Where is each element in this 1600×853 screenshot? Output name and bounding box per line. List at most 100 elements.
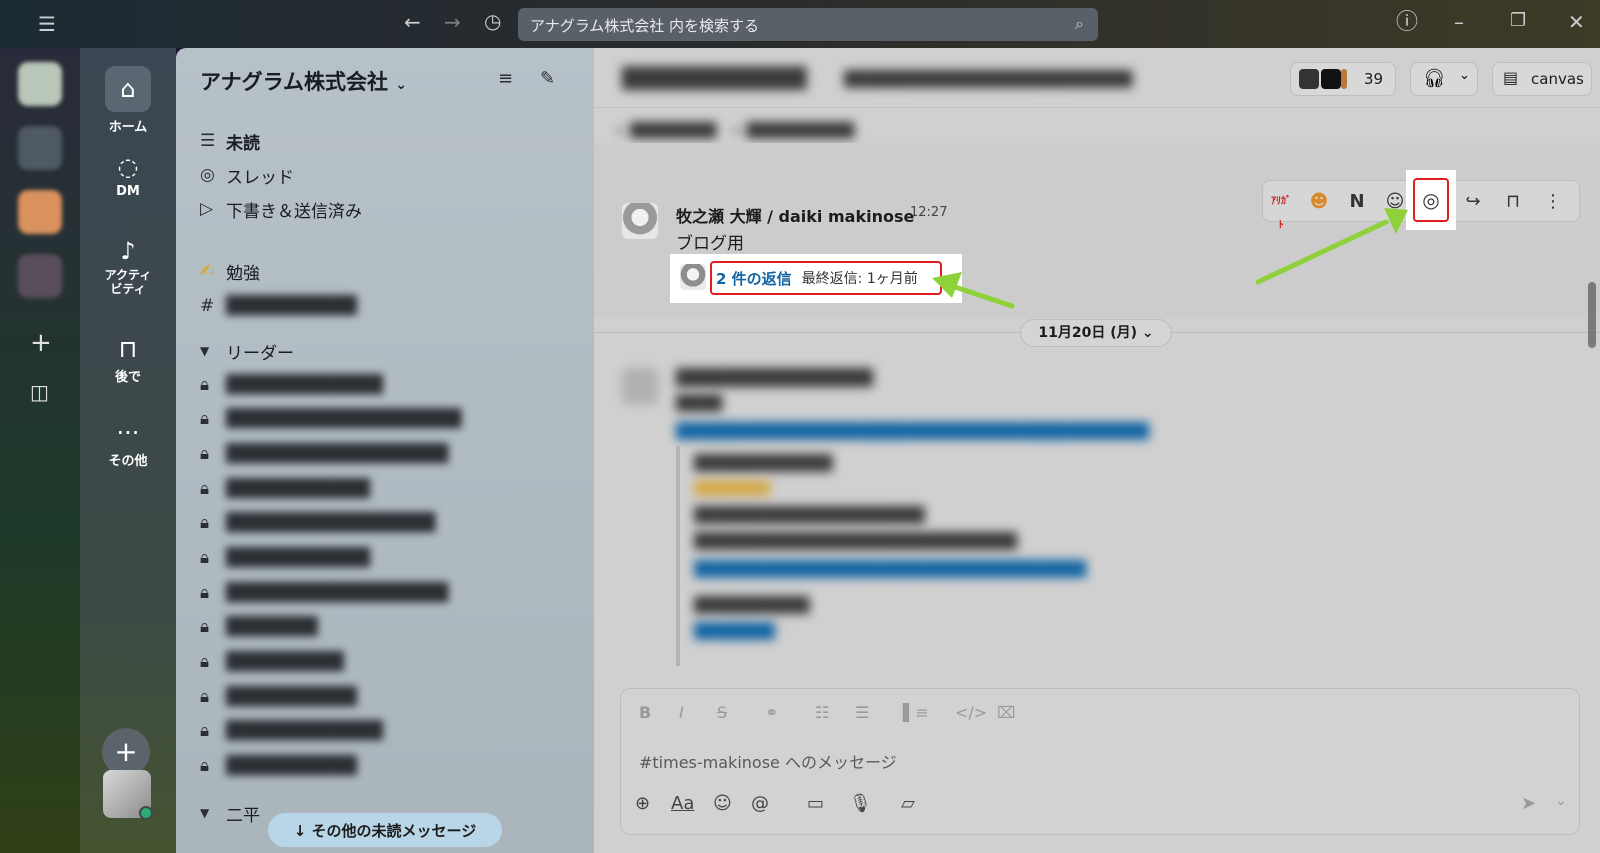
canvas-button[interactable]: ▤ canvas <box>1492 62 1592 96</box>
lock-icon: 🔒︎ <box>200 444 210 464</box>
sidebar-section-label: 二平 <box>226 805 260 826</box>
sidebar-item-private[interactable]: 🔒︎ ██████████ <box>200 682 357 712</box>
help-icon[interactable]: ⓘ <box>1396 12 1418 34</box>
strikethrough-icon[interactable]: S <box>717 703 727 722</box>
nav-activity[interactable]: ♪ アクティビティ <box>80 236 176 296</box>
more-unread-button[interactable]: ↓ その他の未読メッセージ <box>268 813 502 847</box>
attach-icon[interactable]: ⊕ <box>635 793 650 814</box>
reply-in-thread-button[interactable]: ◎ <box>1413 178 1449 222</box>
bookmark-icon[interactable]: ⊓ <box>1501 190 1525 214</box>
thread-replies-link[interactable]: 2 件の返信 最終返信: 1ヶ月前 <box>710 261 942 295</box>
member-list-button[interactable]: 39 <box>1290 62 1396 96</box>
sidebar-toggle-icon[interactable]: ◫ <box>30 382 49 402</box>
sidebar-item-private[interactable]: 🔒︎ █████████████████ <box>200 439 448 469</box>
ordered-list-icon[interactable]: ☷ <box>815 703 829 722</box>
format-text-icon[interactable]: Aa <box>671 793 694 814</box>
back-arrow-icon[interactable]: ← <box>404 12 421 32</box>
sidebar-section-other[interactable]: ▼ 二平 <box>200 798 260 828</box>
workspace-icon-4[interactable] <box>18 254 62 298</box>
history-icon[interactable]: ◷ <box>484 11 501 31</box>
chevron-down-icon[interactable]: ⌄ <box>1555 793 1567 809</box>
emoji-icon[interactable]: ☺ <box>713 793 732 814</box>
sidebar-item-private[interactable]: 🔒︎ ██████████████████ <box>200 404 461 434</box>
huddle-button[interactable]: 🎧︎ ⌄ <box>1410 62 1478 96</box>
sidebar-item-private[interactable]: 🔒︎ ██████████ <box>200 751 357 781</box>
message-time[interactable]: 12:27 <box>910 205 947 220</box>
sidebar-item-label: 未読 <box>226 133 260 154</box>
channel-sidebar: アナグラム株式会社 ⌄ ≡ ✎ ☰ 未読 ◎ スレッド ▷ 下書き＆送信済み ✍… <box>176 48 594 853</box>
video-icon[interactable]: ▭ <box>807 793 824 814</box>
nav-more-label: その他 <box>108 454 148 469</box>
bold-icon[interactable]: B <box>639 703 651 722</box>
compose-icon[interactable]: ✎ <box>540 68 555 89</box>
restore-icon[interactable]: ❐ <box>1510 12 1526 30</box>
close-icon[interactable]: ✕ <box>1568 12 1585 32</box>
hash-icon: # <box>200 296 215 316</box>
hamburger-menu-icon[interactable]: ☰ <box>38 14 56 34</box>
shortcuts-icon[interactable]: ▱ <box>901 793 915 814</box>
emoji-reaction-icon[interactable]: ☻ <box>1307 190 1331 214</box>
bullet-list-icon[interactable]: ☰ <box>855 703 869 722</box>
channel-title[interactable]: ████████████ <box>622 66 807 90</box>
add-workspace-icon[interactable]: + <box>30 330 52 356</box>
sidebar-item-private[interactable]: 🔒︎ ███████ <box>200 612 318 642</box>
sidebar-item-private[interactable]: 🔒︎ ███████████ <box>200 543 370 573</box>
sidebar-item-private[interactable]: 🔒︎ ████████████████ <box>200 508 435 538</box>
code-block-icon[interactable]: ⌧ <box>997 703 1015 722</box>
message-composer[interactable]: B I S ⚭ ☷ ☰ ▌≡ </> ⌧ #times-makinose へのメ… <box>620 688 1580 835</box>
code-icon[interactable]: </> <box>955 703 987 722</box>
scrollbar[interactable] <box>1588 282 1596 348</box>
search-input[interactable]: アナグラム株式会社 内を検索する ⌕ <box>518 8 1098 41</box>
nav-dm[interactable]: ◌ DM <box>80 152 176 199</box>
reply-count: 2 件の返信 <box>716 269 792 288</box>
chevron-down-icon[interactable]: ⌄ <box>1459 68 1470 83</box>
filter-icon[interactable]: ≡ <box>498 68 513 89</box>
minimize-icon[interactable]: – <box>1454 12 1464 32</box>
member-count: 39 <box>1363 70 1383 88</box>
sidebar-item-unread[interactable]: ☰ 未読 <box>200 126 260 156</box>
notion-icon[interactable]: N <box>1345 190 1369 214</box>
add-reaction-icon[interactable]: ☺ <box>1383 190 1407 214</box>
nav-later[interactable]: ⊓ 後で <box>80 334 176 385</box>
italic-icon[interactable]: I <box>679 703 684 722</box>
canvas-label: canvas <box>1531 70 1584 88</box>
canvas-icon: ▤ <box>1503 68 1519 87</box>
sidebar-item-private[interactable]: 🔒︎ ████████████ <box>200 370 383 400</box>
sidebar-item-threads[interactable]: ◎ スレッド <box>200 160 294 190</box>
bookmarks-bar[interactable]: + ████████ + ██████████ <box>614 120 854 140</box>
more-icon: ··· <box>116 419 140 447</box>
link-icon[interactable]: ⚭ <box>765 703 778 722</box>
avatar[interactable] <box>622 203 658 239</box>
forward-arrow-icon[interactable]: → <box>444 12 461 32</box>
sidebar-section-leader[interactable]: ▼ リーダー <box>200 336 294 366</box>
thanks-emoji-icon[interactable]: ｱﾘｶﾞﾄ <box>1269 190 1293 231</box>
more-actions-icon[interactable]: ⋮ <box>1541 190 1565 214</box>
mention-icon[interactable]: @ <box>751 793 769 814</box>
sidebar-item-study[interactable]: ✍ 勉強 <box>200 256 260 286</box>
message-text: ブログ用 <box>676 234 744 254</box>
sidebar-item-private[interactable]: 🔒︎ █████████ <box>200 647 344 677</box>
workspace-icon-2[interactable] <box>18 126 62 170</box>
blockquote-icon[interactable]: ▌≡ <box>903 703 929 722</box>
sidebar-item-drafts[interactable]: ▷ 下書き＆送信済み <box>200 194 362 224</box>
dm-icon: ◌ <box>117 153 139 181</box>
sidebar-item-channel[interactable]: # ██████████ <box>200 291 357 321</box>
lock-icon: 🔒︎ <box>200 479 210 499</box>
sidebar-section-label: リーダー <box>226 343 294 364</box>
workspace-name[interactable]: アナグラム株式会社 ⌄ <box>200 66 407 96</box>
nav-home[interactable]: ⌂ ホーム <box>80 66 176 135</box>
date-divider[interactable]: 11月20日 (月) ⌄ <box>1020 319 1172 347</box>
share-icon[interactable]: ↪ <box>1461 190 1485 214</box>
avatar[interactable] <box>103 770 153 820</box>
workspace-icon-1[interactable] <box>18 62 62 106</box>
nav-more[interactable]: ··· その他 <box>80 418 176 469</box>
message-author[interactable]: 牧之瀬 大輝 / daiki makinose <box>676 203 914 227</box>
sidebar-item-private[interactable]: 🔒︎ █████████████████ <box>200 578 448 608</box>
sidebar-item-private[interactable]: 🔒︎ ███████████ <box>200 474 370 504</box>
caret-down-icon: ▼ <box>200 806 210 820</box>
microphone-icon[interactable]: 🎙︎ <box>849 793 872 814</box>
sidebar-item-private[interactable]: 🔒︎ ████████████ <box>200 716 383 746</box>
create-new-button[interactable]: + <box>102 728 150 776</box>
send-icon[interactable]: ➤ <box>1521 793 1536 814</box>
workspace-icon-3[interactable] <box>18 190 62 234</box>
